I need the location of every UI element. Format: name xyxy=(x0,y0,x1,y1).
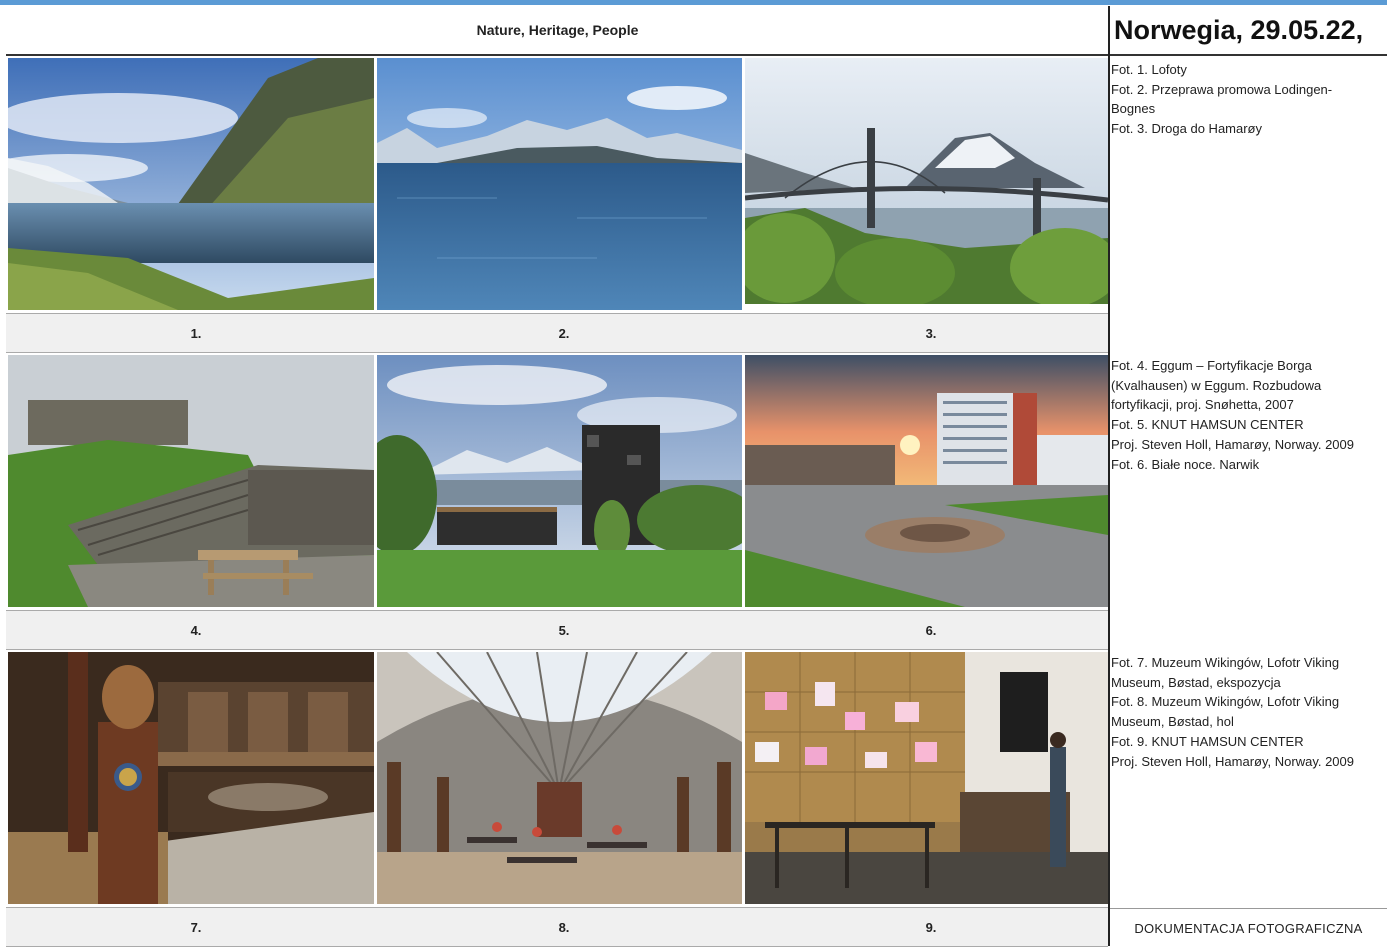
caption-6: 6. xyxy=(925,623,937,638)
caption-8: 8. xyxy=(558,920,570,935)
description-group-1: Fot. 1. Lofoty Fot. 2. Przeprawa promowa… xyxy=(1111,60,1387,139)
page-title: Norwegia, 29.05.22, xyxy=(1114,15,1364,45)
caption-1: 1. xyxy=(190,326,202,341)
caption-row-2: 4. 5. 6. xyxy=(6,610,1108,650)
photo-1-lofoty xyxy=(8,58,374,310)
caption-row-3: 7. 8. 9. xyxy=(6,907,1108,947)
photo-6-white-nights-narvik xyxy=(745,355,1108,607)
footer-label: DOKUMENTACJA FOTOGRAFICZNA xyxy=(1110,908,1387,947)
photo-3-road-to-hamaroy xyxy=(745,58,1108,304)
description-photo-1: Fot. 1. Lofoty xyxy=(1111,62,1187,77)
caption-2: 2. xyxy=(558,326,570,341)
title-divider xyxy=(1110,54,1387,56)
description-photo-3: Fot. 3. Droga do Hamarøy xyxy=(1111,121,1262,137)
caption-7: 7. xyxy=(190,920,202,935)
top-accent-line xyxy=(0,0,1387,5)
description-photo-7: Fot. 7. Muzeum Wikingów, Lofotr Viking M… xyxy=(1111,655,1340,690)
photo-9-knut-hamsun-center-interior xyxy=(745,652,1108,904)
photo-5-knut-hamsun-center xyxy=(377,355,742,607)
caption-3: 3. xyxy=(925,326,937,341)
description-group-2: Fot. 4. Eggum – Fortyfikacje Borga (Kval… xyxy=(1111,356,1387,474)
photo-8-viking-museum-hall xyxy=(377,652,742,904)
description-group-3: Fot. 7. Muzeum Wikingów, Lofotr Viking M… xyxy=(1111,653,1387,771)
photo-7-viking-museum-exhibition xyxy=(8,652,374,904)
photo-2-ferry-crossing xyxy=(377,58,742,310)
caption-row-1: 1. 2. 3. xyxy=(6,313,1108,353)
description-photo-6: Fot. 6. Białe noce. Narwik xyxy=(1111,456,1260,472)
caption-4: 4. xyxy=(190,623,202,638)
description-photo-5: Fot. 5. KNUT HAMSUN CENTER Proj. Steven … xyxy=(1111,417,1354,452)
description-photo-9: Fot. 9. KNUT HAMSUN CENTER Proj. Steven … xyxy=(1111,733,1354,769)
caption-9: 9. xyxy=(925,920,937,935)
description-photo-2: Fot. 2. Przeprawa promowa Lodingen- Bogn… xyxy=(1111,81,1333,117)
caption-5: 5. xyxy=(558,623,570,638)
header-subtitle: Nature, Heritage, People xyxy=(476,22,639,38)
photo-4-eggum-fortification xyxy=(8,355,374,607)
column-divider xyxy=(1108,6,1110,946)
page-header: Nature, Heritage, People xyxy=(6,6,1109,56)
description-photo-8: Fot. 8. Muzeum Wikingów, Lofotr Viking M… xyxy=(1111,694,1340,730)
footer-text: DOKUMENTACJA FOTOGRAFICZNA xyxy=(1134,920,1363,936)
description-photo-4: Fot. 4. Eggum – Fortyfikacje Borga (Kval… xyxy=(1111,358,1322,413)
